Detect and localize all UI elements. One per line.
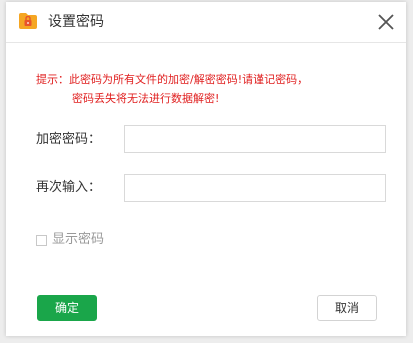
dialog-title: 设置密码: [48, 14, 104, 30]
confirm-password-input[interactable]: [124, 174, 386, 202]
close-button[interactable]: [376, 12, 396, 32]
show-password-label: 显示密码: [52, 232, 105, 247]
password-input[interactable]: [124, 125, 386, 153]
show-password-toggle[interactable]: 显示密码: [36, 230, 104, 250]
title-bar: 设置密码: [6, 2, 406, 43]
cancel-button[interactable]: 取消: [317, 295, 377, 321]
folder-lock-icon: [18, 12, 38, 30]
show-password-checkbox[interactable]: [36, 234, 47, 246]
warning-tip: 提示：此密码为所有文件的加密/解密密码!请谨记密码， 密码丢失将无法进行数据解密…: [36, 70, 308, 108]
confirm-password-label: 再次输入：: [36, 180, 102, 195]
set-password-dialog: 设置密码 提示：此密码为所有文件的加密/解密密码!请谨记密码， 密码丢失将无法进…: [6, 2, 406, 336]
password-label: 加密密码：: [36, 132, 102, 147]
close-icon: [378, 14, 394, 30]
tip-line-1: 提示：此密码为所有文件的加密/解密密码!请谨记密码，: [36, 73, 309, 86]
ok-button[interactable]: 确定: [37, 295, 97, 321]
tip-line-2: 密码丢失将无法进行数据解密!: [72, 92, 220, 105]
